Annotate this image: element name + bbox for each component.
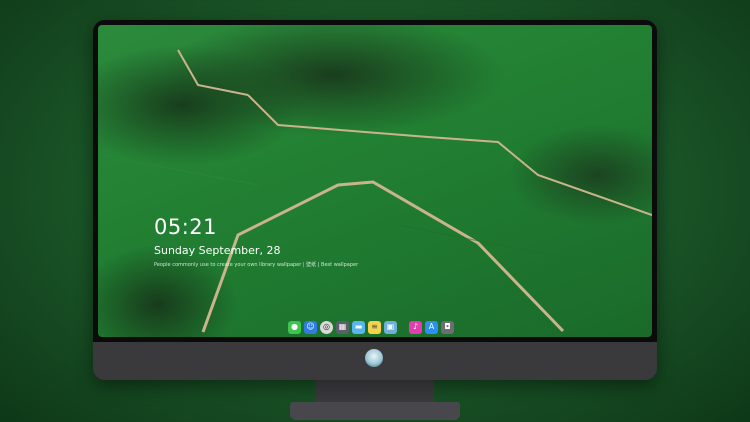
wallpaper-field-line	[397, 224, 652, 276]
monitor-chin	[93, 342, 657, 380]
music-icon-glyph: ♪	[412, 322, 419, 331]
messages-icon[interactable]: ●	[288, 320, 301, 334]
files-icon-glyph: ▬	[354, 322, 363, 331]
monitor: 05:21 Sunday September, 28 People common…	[93, 20, 657, 380]
files-icon[interactable]: ▬	[352, 320, 365, 334]
notes-icon[interactable]: ≡	[368, 320, 381, 334]
app-store-icon[interactable]: A	[425, 320, 438, 334]
app-store-icon-glyph: A	[428, 322, 435, 331]
safari-icon-glyph: ◎	[323, 322, 330, 331]
finder-icon[interactable]: ☺	[304, 320, 317, 334]
desktop-screen: 05:21 Sunday September, 28 People common…	[98, 25, 652, 337]
photos-icon-glyph: ▣	[386, 322, 395, 331]
brand-logo-icon	[365, 349, 383, 367]
wallpaper-path-left	[177, 49, 249, 96]
wallpaper-path-upper	[247, 94, 652, 216]
notes-icon-glyph: ≡	[371, 322, 378, 331]
messages-icon-glyph: ●	[291, 322, 298, 331]
preview-icon-glyph: ▦	[338, 322, 347, 331]
camera-icon-glyph: ◘	[444, 322, 451, 331]
finder-icon-glyph: ☺	[306, 322, 315, 331]
monitor-stand-foot	[290, 402, 460, 420]
wallpaper-field-line	[98, 154, 259, 186]
monitor-bezel: 05:21 Sunday September, 28 People common…	[93, 20, 657, 342]
dock: ● ☺ ◎ ▦ ▬ ≡ ▣ ♪ A ◘	[288, 319, 454, 335]
music-icon[interactable]: ♪	[409, 320, 422, 334]
wallpaper-path	[201, 180, 565, 333]
safari-icon[interactable]: ◎	[320, 320, 333, 334]
lockscreen-time: 05:21	[154, 215, 218, 239]
lockscreen-date: Sunday September, 28	[154, 244, 281, 257]
wallpaper	[98, 49, 652, 333]
photos-icon[interactable]: ▣	[384, 320, 397, 334]
preview-icon[interactable]: ▦	[336, 320, 349, 334]
lockscreen-quote: People commonly use to create your own l…	[154, 262, 359, 268]
camera-icon[interactable]: ◘	[441, 320, 454, 334]
